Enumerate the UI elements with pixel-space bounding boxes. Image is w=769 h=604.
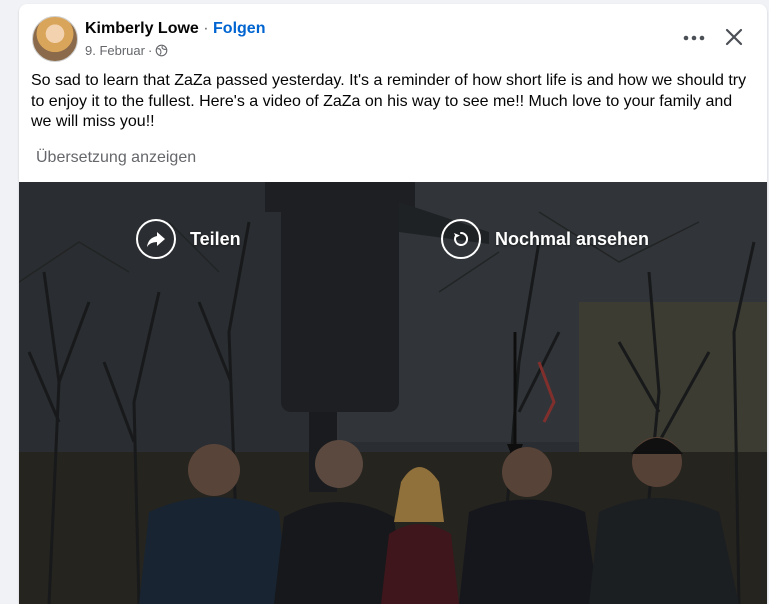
replay-icon — [454, 231, 469, 246]
video-player[interactable]: Teilen Nochmal ansehen — [19, 182, 767, 604]
share-arrow-icon — [147, 232, 165, 247]
video-frame — [19, 182, 767, 604]
replay-action[interactable]: Nochmal ansehen — [441, 219, 649, 259]
name-separator: · — [198, 20, 214, 37]
replay-button[interactable] — [441, 219, 481, 259]
author-name[interactable]: Kimberly Lowe — [85, 20, 199, 37]
avatar[interactable] — [32, 16, 78, 62]
share-label[interactable]: Teilen — [190, 229, 241, 250]
post-header: Kimberly Lowe · Folgen — [85, 20, 265, 38]
close-button[interactable] — [719, 22, 749, 52]
more-dots-icon — [683, 35, 705, 41]
share-action[interactable]: Teilen — [136, 219, 241, 259]
more-options-button[interactable] — [678, 26, 710, 50]
close-icon — [725, 28, 743, 46]
post-card: Kimberly Lowe · Folgen 9. Februar · So s… — [19, 4, 767, 604]
replay-label[interactable]: Nochmal ansehen — [495, 229, 649, 250]
post-meta: 9. Februar · — [85, 43, 168, 58]
post-text: So sad to learn that ZaZa passed yesterd… — [31, 72, 747, 130]
see-translation-link[interactable]: Übersetzung anzeigen — [36, 149, 196, 167]
post-date[interactable]: 9. Februar — [85, 43, 145, 58]
share-button[interactable] — [136, 219, 176, 259]
globe-icon[interactable] — [155, 44, 168, 57]
meta-separator: · — [147, 43, 153, 58]
follow-button[interactable]: Folgen — [213, 20, 265, 37]
